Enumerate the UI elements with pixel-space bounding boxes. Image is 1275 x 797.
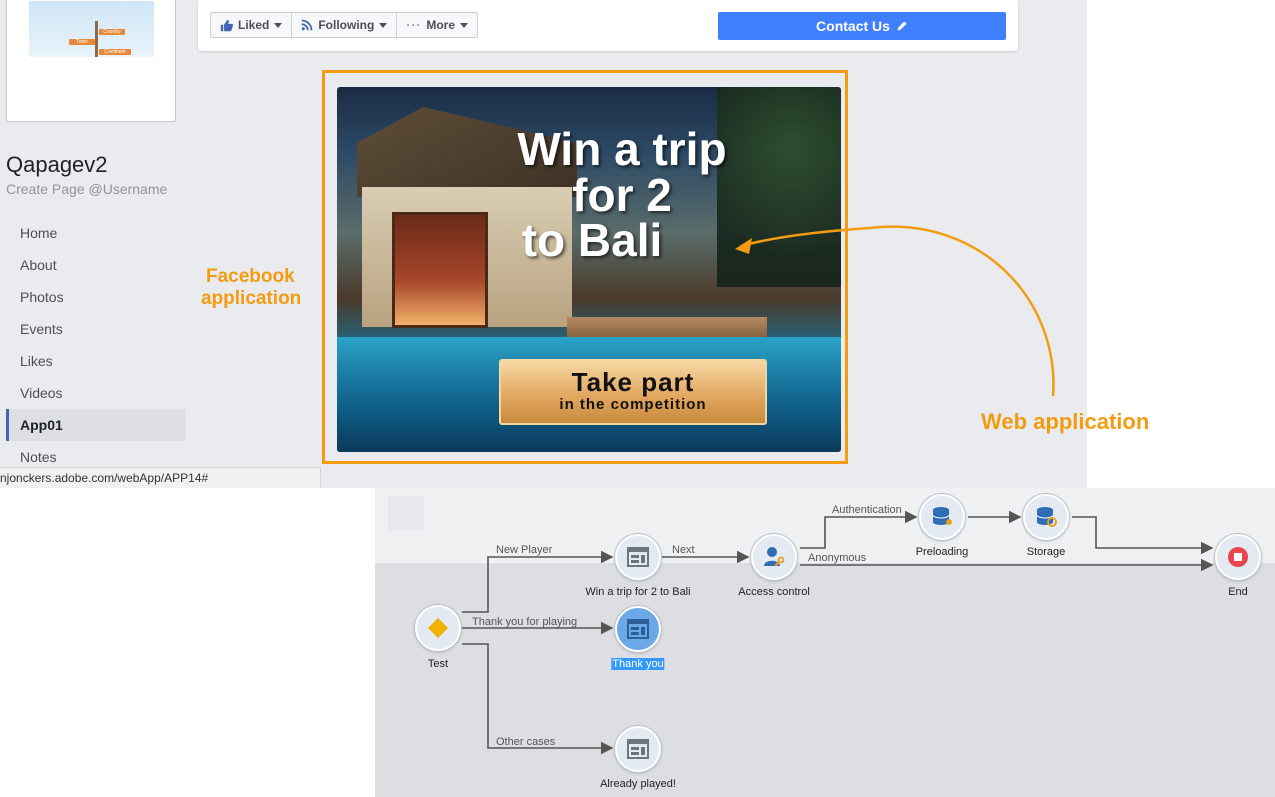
- edge-label-anonymous: Anonymous: [808, 552, 867, 564]
- node-label-access-control: Access control: [738, 586, 810, 598]
- workflow-node-end[interactable]: [1215, 534, 1261, 580]
- page-icon: [627, 547, 649, 567]
- stop-icon: [1228, 547, 1248, 567]
- edge-label-other-cases: Other cases: [496, 736, 556, 748]
- workflow-node-test[interactable]: [415, 605, 461, 651]
- database-user-icon: [932, 507, 952, 525]
- node-label-win-trip: Win a trip for 2 to Bali: [585, 586, 691, 598]
- node-label-already-played: Already played!: [600, 778, 676, 790]
- node-label-storage: Storage: [1026, 546, 1066, 558]
- diamond-icon: [428, 618, 448, 638]
- page-icon: [627, 619, 649, 639]
- workflow-node-thank-you[interactable]: [615, 606, 661, 652]
- node-label-preloading: Preloading: [915, 546, 969, 558]
- edge-label-thank-you-for-playing: Thank you for playing: [472, 616, 578, 628]
- database-sync-icon: [1036, 507, 1057, 527]
- workflow-node-storage[interactable]: [1023, 494, 1069, 540]
- workflow-node-already-played[interactable]: [615, 726, 661, 772]
- workflow-node-win-trip[interactable]: [615, 534, 661, 580]
- workflow-node-access-control[interactable]: [751, 534, 797, 580]
- edge-label-authentication: Authentication: [832, 504, 902, 516]
- workflow-connectors: [462, 510, 1214, 755]
- node-label-thank-you: Thank you: [611, 658, 665, 670]
- page-icon: [627, 739, 649, 759]
- user-key-icon: [764, 547, 785, 567]
- node-label-end: End: [1228, 586, 1248, 598]
- node-label-test: Test: [427, 658, 449, 670]
- workflow-node-preloading[interactable]: [919, 494, 965, 540]
- edge-label-next: Next: [672, 544, 695, 556]
- edge-label-new-player: New Player: [496, 544, 553, 556]
